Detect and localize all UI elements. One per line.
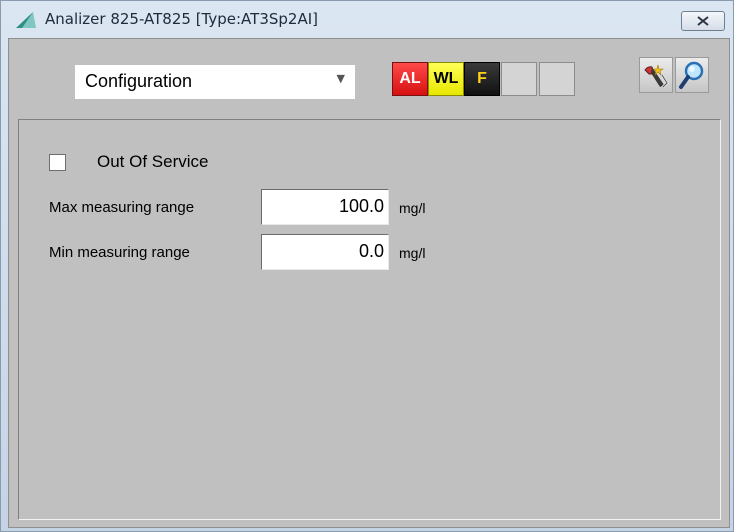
empty-indicator-1 (501, 62, 537, 96)
wedge-icon (16, 12, 36, 28)
max-range-input[interactable]: 100.0 (261, 189, 389, 225)
min-range-unit: mg/l (399, 245, 426, 261)
max-range-label: Max measuring range (49, 199, 195, 216)
app-window: Analizer 825-AT825 [Type:AT3Sp2AI] Confi… (0, 0, 734, 532)
view-selector-dropdown[interactable]: Configuration ▼ (75, 65, 355, 99)
fault-indicator[interactable]: F (464, 62, 500, 96)
out-of-service-label[interactable]: Out Of Service (97, 152, 208, 172)
close-x-icon (697, 16, 709, 26)
status-indicators: AL WL F (392, 62, 576, 96)
chevron-down-icon: ▼ (336, 72, 345, 85)
empty-indicator-2 (539, 62, 575, 96)
configuration-panel: Out Of Service Max measuring range 100.0… (18, 119, 721, 520)
close-button[interactable] (681, 11, 725, 31)
configure-button[interactable] (639, 57, 673, 93)
warning-indicator[interactable]: WL (428, 62, 464, 96)
view-selector-value: Configuration (85, 71, 193, 91)
max-range-unit: mg/l (399, 200, 426, 216)
configure-icon (644, 64, 669, 89)
out-of-service-checkbox[interactable] (49, 154, 66, 171)
min-range-label: Min measuring range (49, 244, 190, 261)
alarm-indicator[interactable]: AL (392, 62, 428, 96)
client-area: Configuration ▼ AL WL F Out Of Service M… (8, 38, 730, 528)
window-title: Analizer 825-AT825 [Type:AT3Sp2AI] (45, 10, 318, 28)
title-bar[interactable]: Analizer 825-AT825 [Type:AT3Sp2AI] (1, 1, 733, 37)
toolbar: Configuration ▼ AL WL F (9, 39, 729, 101)
search-icon (679, 61, 704, 89)
search-button[interactable] (675, 57, 709, 93)
min-range-input[interactable]: 0.0 (261, 234, 389, 270)
